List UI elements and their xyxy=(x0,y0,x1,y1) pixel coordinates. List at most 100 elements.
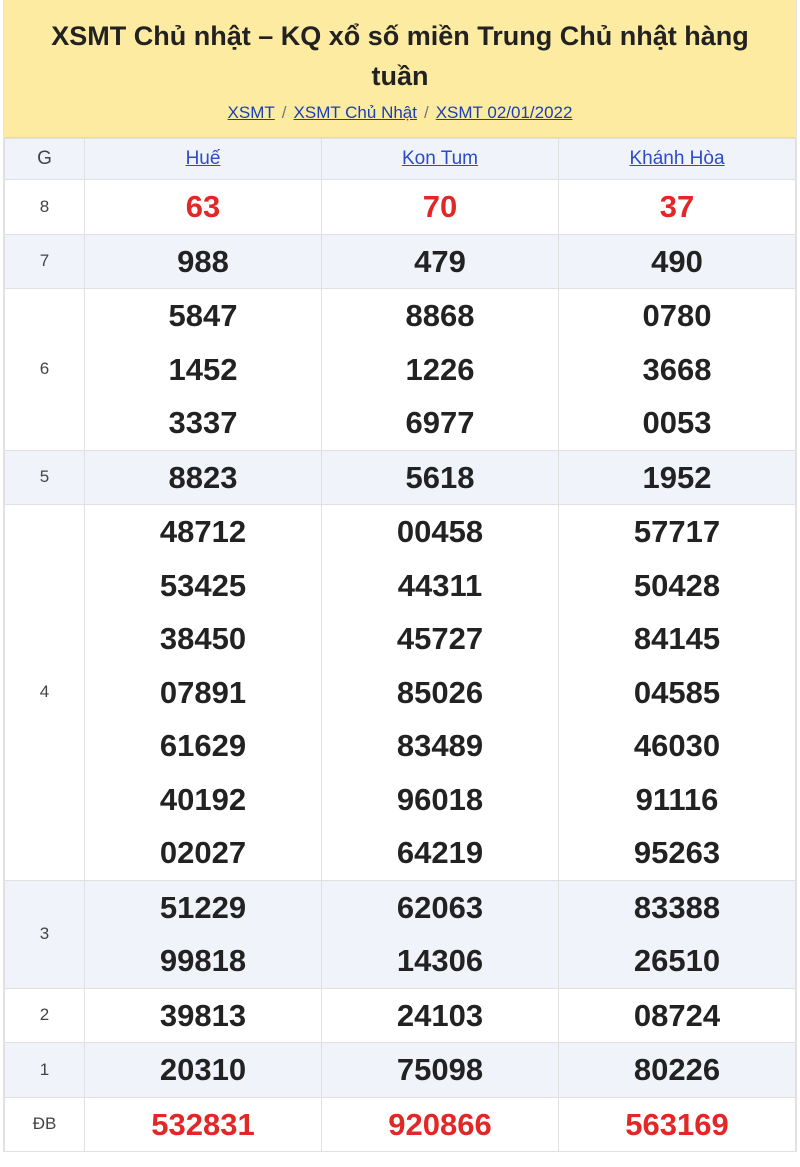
result-number: 1452 xyxy=(168,351,238,387)
result-cell: 57717 50428 84145 04585 46030 91116 95263 xyxy=(558,504,796,881)
result-cell: 988 xyxy=(84,233,322,289)
result-number: 51229 xyxy=(159,889,247,925)
prize-row: 3 51229 99818 62063 14306 83388 26510 xyxy=(4,879,796,989)
prize-row: 2 39813 24103 08724 xyxy=(4,987,796,1043)
result-cell: 39813 xyxy=(84,987,322,1043)
result-number: 26510 xyxy=(633,943,721,978)
province-link-khanh-hoa[interactable]: Khánh Hòa xyxy=(629,148,724,169)
result-cell: 1952 xyxy=(558,449,796,505)
result-number: 0780 xyxy=(642,298,712,333)
highlighted-result-number: 70 xyxy=(422,189,458,224)
result-cell: 63 xyxy=(84,179,322,235)
result-number: 04585 xyxy=(633,674,721,710)
result-number: 24103 xyxy=(396,997,484,1033)
highlighted-result-number: 920866 xyxy=(388,1106,492,1142)
prize-label: 1 xyxy=(4,1042,85,1098)
result-number: 5618 xyxy=(405,459,475,495)
prize-label: 2 xyxy=(4,987,85,1043)
result-number: 1226 xyxy=(405,351,475,387)
result-number: 490 xyxy=(651,243,703,279)
result-cell: 24103 xyxy=(321,987,559,1043)
prize-column-header: G xyxy=(4,138,85,180)
result-number: 20310 xyxy=(159,1052,247,1087)
result-number: 83388 xyxy=(633,889,721,925)
result-number: 85026 xyxy=(396,674,484,710)
result-cell: 83388 26510 xyxy=(558,879,796,989)
province-header: Huế xyxy=(84,138,322,180)
prize-label: 6 xyxy=(4,288,85,451)
results-table: G Huế Kon Tum Khánh Hòa 8 63 70 37 7 988 479 49… xyxy=(4,138,796,1152)
result-cell: 48712 53425 38450 07891 61629 40192 02027 xyxy=(84,504,322,881)
prize-label: 8 xyxy=(4,179,85,235)
prize-row: 8 63 70 37 xyxy=(4,179,796,235)
result-number: 00458 xyxy=(396,514,484,549)
lottery-results-panel: XSMT Chủ nhật – KQ xổ số miền Trung Chủ … xyxy=(3,0,797,1152)
result-number: 44311 xyxy=(397,567,483,603)
result-number: 64219 xyxy=(396,835,484,870)
result-number: 80226 xyxy=(633,1052,721,1087)
prize-row: 5 8823 5618 1952 xyxy=(4,449,796,505)
result-cell: 5847 1452 3337 xyxy=(84,288,322,451)
result-number: 988 xyxy=(177,243,229,279)
result-number: 3337 xyxy=(168,405,238,440)
breadcrumb-link-xsmt-sunday[interactable]: XSMT Chủ Nhật xyxy=(294,103,417,122)
result-number: 53425 xyxy=(159,567,247,603)
result-number: 6977 xyxy=(405,405,475,440)
results-body: 8 63 70 37 7 988 479 490 6 5847 1452 3337 8868 1226 69… xyxy=(4,179,796,1152)
result-number: 96018 xyxy=(396,781,484,817)
result-cell: 563169 xyxy=(558,1096,796,1152)
prize-label: 5 xyxy=(4,449,85,505)
prize-row: 4 48712 53425 38450 07891 61629 40192 02027 0045… xyxy=(4,504,796,881)
breadcrumb-link-xsmt[interactable]: XSMT xyxy=(228,103,275,122)
result-cell: 75098 xyxy=(321,1042,559,1098)
result-number: 99818 xyxy=(159,943,247,978)
result-number: 84145 xyxy=(633,621,721,656)
result-number: 48712 xyxy=(159,514,247,549)
result-number: 1952 xyxy=(642,459,712,495)
breadcrumb-separator: / xyxy=(423,103,429,122)
result-number: 3668 xyxy=(642,351,712,387)
result-cell: 62063 14306 xyxy=(321,879,559,989)
result-number: 57717 xyxy=(633,514,721,549)
result-number: 479 xyxy=(414,243,466,279)
result-number: 0053 xyxy=(642,405,712,440)
result-number: 46030 xyxy=(633,728,721,763)
prize-row: 1 20310 75098 80226 xyxy=(4,1042,796,1098)
highlighted-result-number: 37 xyxy=(659,189,695,224)
result-number: 50428 xyxy=(633,567,721,603)
result-number: 8868 xyxy=(405,298,475,333)
result-cell: 70 xyxy=(321,179,559,235)
result-number: 5847 xyxy=(168,298,238,333)
result-cell: 37 xyxy=(558,179,796,235)
province-header: Khánh Hòa xyxy=(558,138,796,180)
result-number: 08724 xyxy=(633,997,721,1033)
result-cell: 8823 xyxy=(84,449,322,505)
result-cell: 8868 1226 6977 xyxy=(321,288,559,451)
prize-row: ĐB 532831 920866 563169 xyxy=(4,1096,796,1152)
province-link-hue[interactable]: Huế xyxy=(186,148,221,169)
result-number: 39813 xyxy=(159,997,247,1033)
breadcrumb-link-xsmt-date[interactable]: XSMT 02/01/2022 xyxy=(436,103,573,122)
result-cell: 20310 xyxy=(84,1042,322,1098)
result-cell: 08724 xyxy=(558,987,796,1043)
province-link-kon-tum[interactable]: Kon Tum xyxy=(402,148,478,169)
prize-row: 6 5847 1452 3337 8868 1226 6977 0780 3668 0053 xyxy=(4,288,796,451)
result-number: 07891 xyxy=(159,674,247,710)
highlighted-result-number: 563169 xyxy=(625,1106,729,1142)
result-number: 75098 xyxy=(396,1052,484,1087)
result-number: 91116 xyxy=(635,781,719,817)
result-number: 40192 xyxy=(159,781,247,817)
result-number: 95263 xyxy=(633,835,721,870)
prize-label: ĐB xyxy=(4,1096,85,1152)
result-number: 83489 xyxy=(396,728,484,763)
breadcrumb-separator: / xyxy=(281,103,287,122)
prize-label: 3 xyxy=(4,879,85,989)
result-number: 45727 xyxy=(396,621,484,656)
prize-row: 7 988 479 490 xyxy=(4,233,796,289)
result-cell: 490 xyxy=(558,233,796,289)
table-header-row: G Huế Kon Tum Khánh Hòa xyxy=(4,138,796,180)
result-number: 61629 xyxy=(159,728,247,763)
result-number: 62063 xyxy=(396,889,484,925)
highlighted-result-number: 532831 xyxy=(151,1106,255,1142)
result-cell: 5618 xyxy=(321,449,559,505)
